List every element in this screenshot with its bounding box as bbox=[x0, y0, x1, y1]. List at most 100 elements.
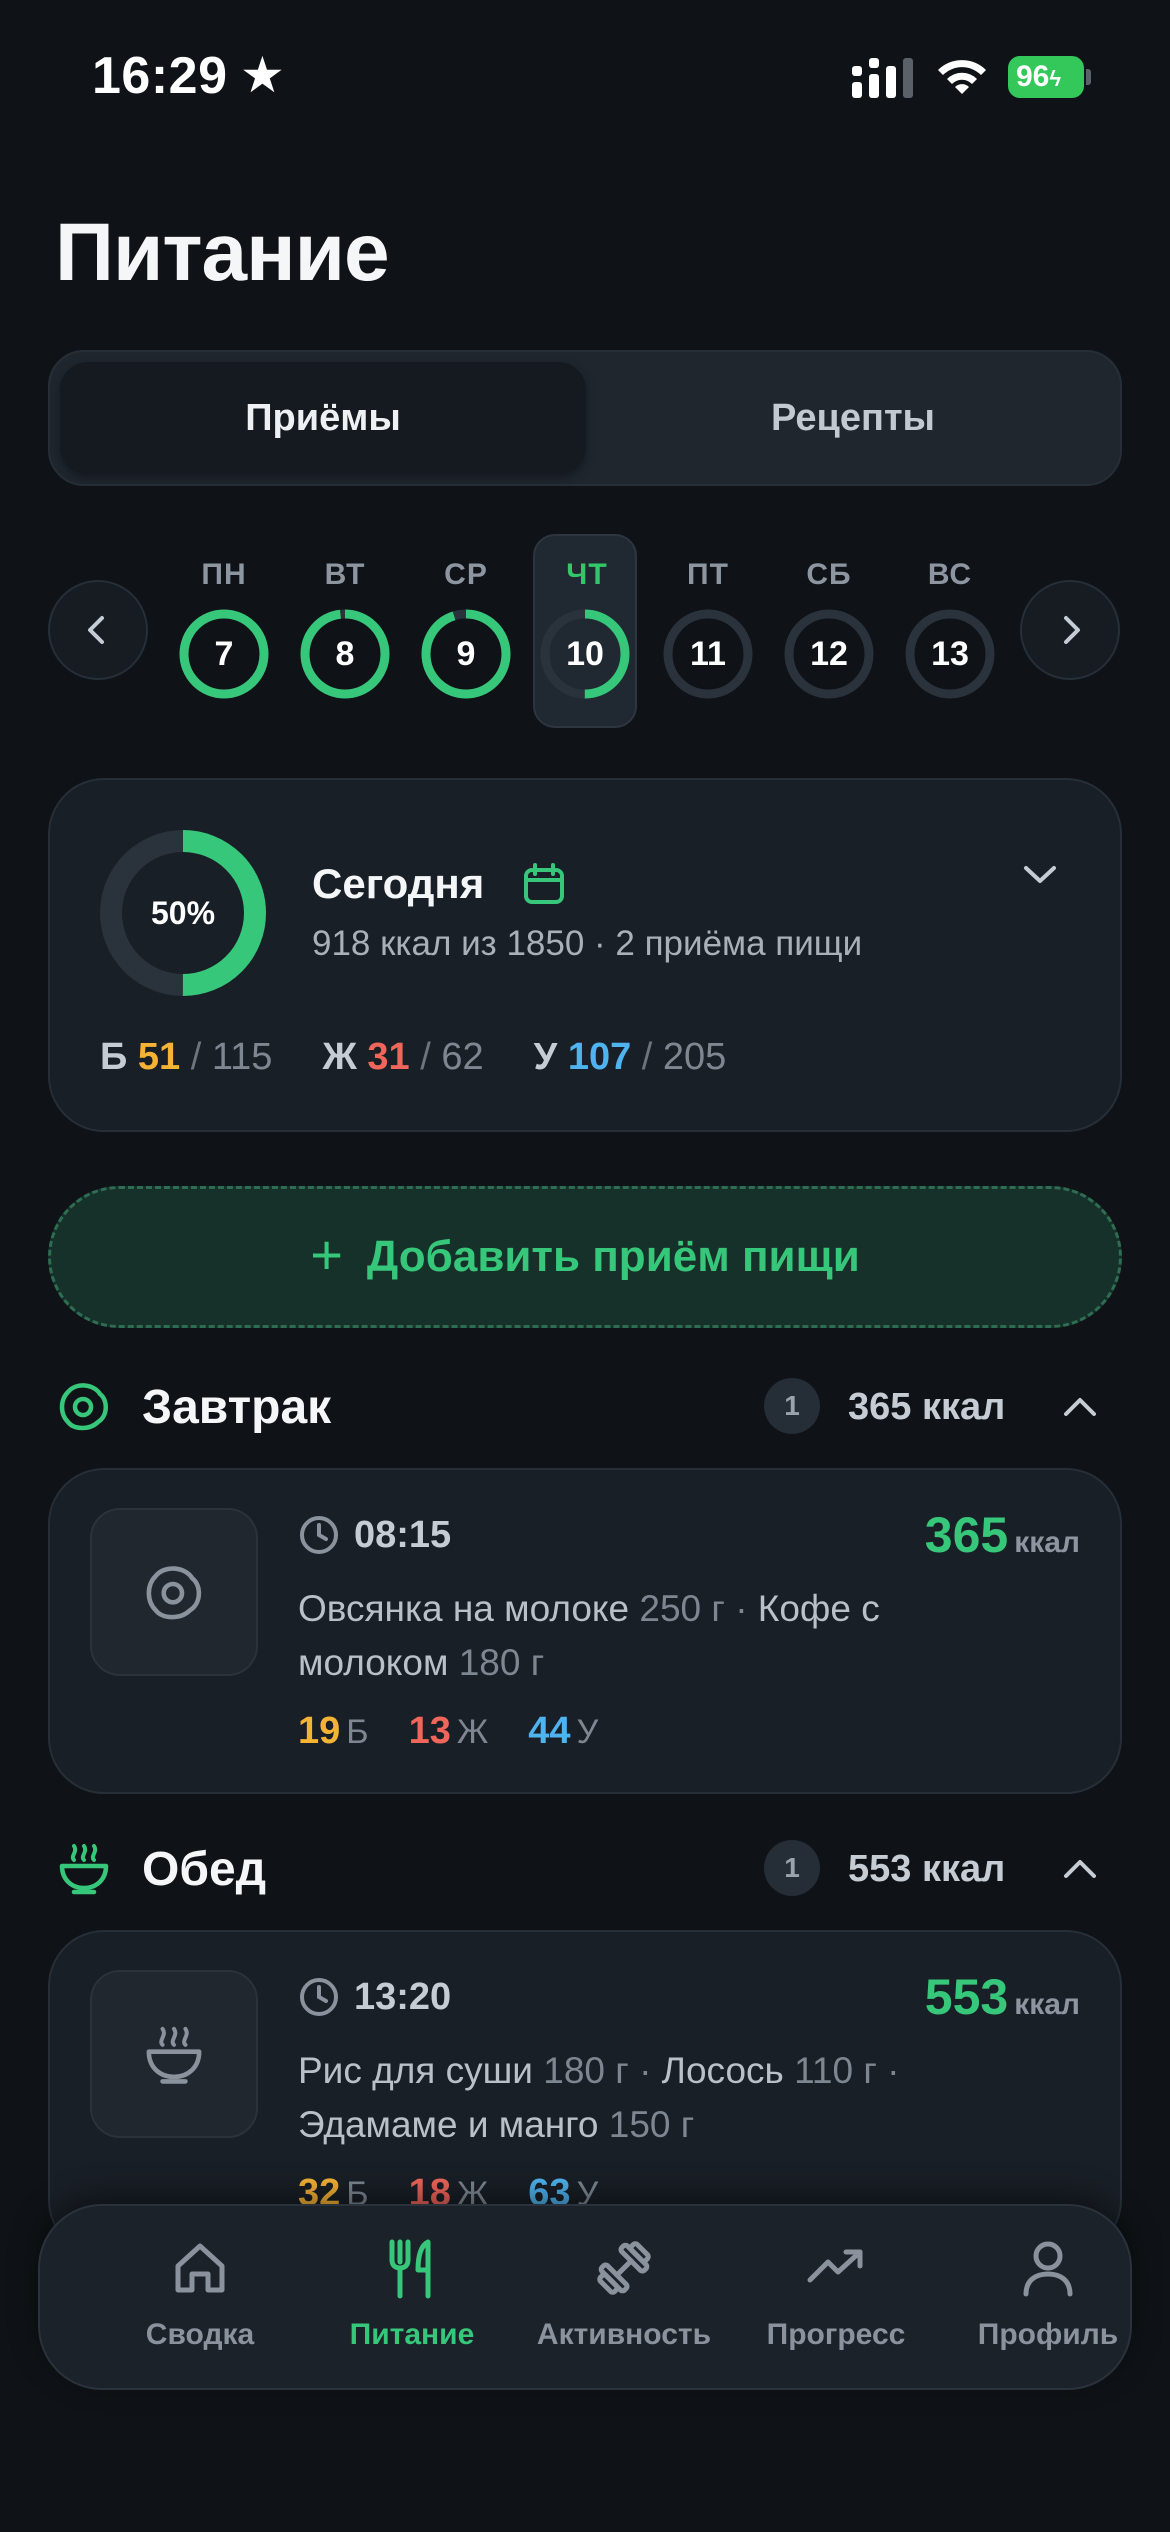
meal-description: Овсянка на молоке 250 г · Кофе с молоком… bbox=[298, 1582, 1038, 1690]
summary-title: Сегодня bbox=[312, 860, 485, 907]
meal-kcal-unit: ккал bbox=[1014, 1526, 1080, 1559]
meal-card-breakfast[interactable]: 08:15 365 ккал Овсянка на молоке 250 г ·… bbox=[48, 1468, 1122, 1794]
macro-separator: / bbox=[190, 1036, 202, 1078]
chevron-up-icon[interactable] bbox=[1060, 1388, 1100, 1424]
person-icon bbox=[1023, 2241, 1073, 2297]
meal-protein-value: 19 bbox=[298, 1710, 341, 1752]
segment-meals[interactable]: Приёмы bbox=[60, 362, 586, 474]
separator-dot: · bbox=[639, 2050, 652, 2091]
status-time: 16:29 bbox=[92, 47, 228, 105]
section-lunch-header[interactable]: Обед 1 553 ккал bbox=[48, 1828, 1122, 1908]
tab-summary[interactable]: Сводка bbox=[100, 2236, 300, 2366]
day-number: 13 bbox=[931, 635, 969, 673]
separator-dot: · bbox=[887, 2050, 900, 2091]
food-weight: 150 г bbox=[608, 2104, 695, 2145]
day-8[interactable]: ВТ 8 bbox=[293, 552, 397, 732]
macro-separator: / bbox=[420, 1036, 431, 1078]
day-label: ВТ bbox=[324, 558, 366, 591]
fork-knife-icon bbox=[389, 2239, 431, 2299]
meal-fat-value: 13 bbox=[408, 1710, 451, 1752]
segment-recipes[interactable]: Рецепты bbox=[590, 362, 1116, 474]
trend-up-icon bbox=[807, 2249, 863, 2283]
add-meal-button[interactable]: + Добавить приём пищи bbox=[48, 1186, 1122, 1328]
meal-protein: 19 Б bbox=[298, 1710, 369, 1753]
tab-activity[interactable]: Активность bbox=[524, 2236, 724, 2366]
calorie-percent: 50% bbox=[150, 895, 216, 931]
macro-protein-value: 51 bbox=[137, 1036, 181, 1078]
tab-label: Профиль bbox=[977, 2318, 1119, 2351]
meal-kcal: 553 ккал bbox=[925, 1968, 1080, 2026]
macro-fat: Ж 31 / 62 bbox=[322, 1036, 483, 1079]
chevron-down-icon[interactable] bbox=[1018, 852, 1062, 896]
meal-kcal-value: 553 bbox=[924, 1969, 1009, 2025]
tab-nutrition[interactable]: Питание bbox=[312, 2236, 512, 2366]
calendar-icon[interactable] bbox=[522, 862, 566, 906]
food-name: Рис для суши bbox=[298, 2050, 533, 2091]
meal-kcal-value: 365 bbox=[924, 1507, 1009, 1563]
daily-summary-card[interactable]: 50% Сегодня 918 ккал из 1850 · 2 приёма … bbox=[48, 778, 1122, 1132]
day-number: 7 bbox=[214, 635, 234, 673]
day-number: 10 bbox=[566, 635, 604, 673]
chevron-up-icon[interactable] bbox=[1060, 1850, 1100, 1886]
meal-thumbnail bbox=[90, 1508, 258, 1676]
tab-label: Сводка bbox=[145, 2318, 255, 2351]
food-name: Овсянка на молоке bbox=[298, 1588, 630, 1629]
screen: 16:29 ★ 96ϟ Питание Приёмы Рецепты ПН 7 ВТ… bbox=[0, 0, 1170, 2532]
day-label: ВС bbox=[927, 558, 973, 591]
add-meal-label: Добавить приём пищи bbox=[366, 1232, 860, 1281]
day-9[interactable]: СР 9 bbox=[414, 552, 518, 732]
meal-fat-unit: Ж bbox=[456, 1713, 489, 1751]
meal-macros: 19 Б 13 Ж 44 У bbox=[298, 1710, 598, 1753]
battery-indicator: 96ϟ bbox=[1008, 56, 1084, 98]
macro-carbs: У 107 / 205 bbox=[534, 1036, 727, 1079]
day-number: 11 bbox=[690, 635, 726, 673]
day-7[interactable]: ПН 7 bbox=[172, 552, 276, 732]
section-kcal: 553 ккал bbox=[848, 1848, 1006, 1890]
chevron-right-icon bbox=[1064, 616, 1080, 644]
clock-icon bbox=[300, 1516, 338, 1554]
meal-kcal: 365 ккал bbox=[925, 1506, 1080, 1564]
day-label: ПТ bbox=[687, 558, 729, 591]
fried-egg-icon bbox=[59, 1383, 108, 1431]
day-13[interactable]: ВС 13 bbox=[898, 552, 1002, 732]
meal-carbs-value: 44 bbox=[528, 1710, 571, 1752]
section-breakfast-header[interactable]: Завтрак 1 365 ккал bbox=[48, 1366, 1122, 1446]
food-name: Лосось bbox=[661, 2050, 784, 2091]
macro-protein: Б 51 / 115 bbox=[100, 1036, 272, 1079]
day-number: 8 bbox=[335, 635, 355, 673]
star-icon: ★ bbox=[240, 47, 285, 103]
day-11[interactable]: ПТ 11 bbox=[656, 552, 760, 732]
macro-fat-value: 31 bbox=[367, 1036, 410, 1078]
food-weight: 180 г bbox=[543, 2050, 629, 2091]
home-icon bbox=[175, 2243, 225, 2293]
previous-week-button[interactable] bbox=[48, 580, 148, 680]
macro-protein-label: Б bbox=[100, 1036, 128, 1078]
meal-kcal-unit: ккал bbox=[1014, 1988, 1080, 2021]
page-title: Питание bbox=[55, 207, 390, 298]
meal-protein-unit: Б bbox=[346, 1713, 369, 1751]
meal-fat: 13 Ж bbox=[409, 1710, 489, 1753]
soup-bowl-icon bbox=[59, 1844, 109, 1895]
battery-level: 96 bbox=[1016, 60, 1050, 93]
meal-time: 13:20 bbox=[354, 1976, 452, 2018]
macro-carbs-max: 205 bbox=[662, 1036, 727, 1078]
section-title: Обед bbox=[142, 1843, 267, 1896]
tab-profile[interactable]: Профиль bbox=[948, 2236, 1148, 2366]
meal-carbs: 44 У bbox=[528, 1710, 598, 1753]
day-label: СР bbox=[444, 558, 488, 591]
summary-subtitle: 918 ккал из 1850 · 2 приёма пищи bbox=[312, 924, 863, 963]
food-weight: 250 г bbox=[639, 1588, 725, 1629]
tab-label: Питание bbox=[349, 2318, 475, 2351]
tab-progress[interactable]: Прогресс bbox=[736, 2236, 936, 2366]
meal-time: 08:15 bbox=[354, 1514, 452, 1556]
next-week-button[interactable] bbox=[1020, 580, 1120, 680]
clock-icon bbox=[300, 1978, 338, 2016]
battery-tip bbox=[1086, 69, 1091, 85]
soup-bowl-icon bbox=[146, 2026, 202, 2084]
day-10[interactable]: ЧТ 10 bbox=[533, 534, 637, 728]
day-12[interactable]: СБ 12 bbox=[777, 552, 881, 732]
meal-description: Рис для суши 180 г · Лосось 110 г · Эдам… bbox=[298, 2044, 1038, 2152]
meal-count-badge: 1 bbox=[764, 1840, 820, 1896]
macro-carbs-label: У bbox=[533, 1036, 558, 1078]
meal-thumbnail bbox=[90, 1970, 258, 2138]
